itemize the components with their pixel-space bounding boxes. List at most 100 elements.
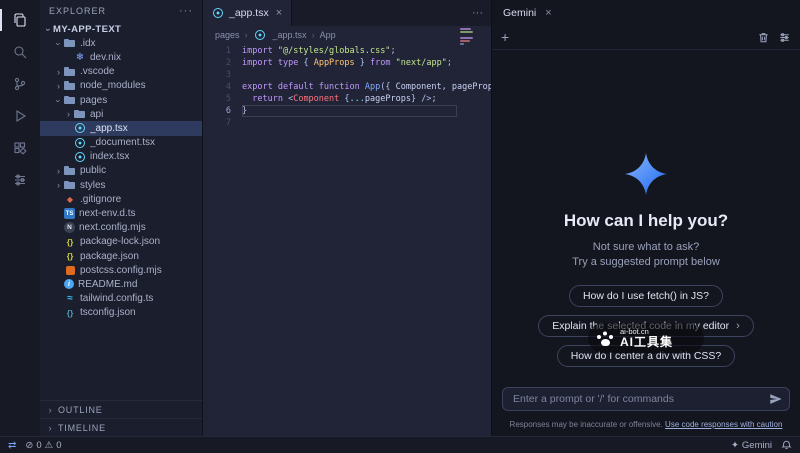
chevron-down-icon: › [54, 96, 64, 105]
react-icon [74, 151, 86, 163]
file-label: _app.tsx [90, 123, 128, 134]
caution-link[interactable]: Use code responses with caution [665, 420, 782, 429]
folder-icon [74, 108, 86, 120]
line-number: 1 [203, 45, 242, 57]
new-chat-icon[interactable]: + [501, 30, 509, 44]
line-content: return <Component {...pageProps} />; [242, 93, 437, 105]
close-tab-icon[interactable]: × [276, 7, 282, 19]
folder-icon [64, 94, 76, 106]
tree-item-tailwind.config.ts[interactable]: ›≈tailwind.config.ts [40, 292, 202, 306]
source-control-icon[interactable] [0, 68, 40, 100]
file-label: node_modules [80, 80, 146, 91]
line-number: 2 [203, 57, 242, 69]
code-area[interactable]: 1import "@/styles/globals.css";2import t… [203, 43, 491, 436]
minimap[interactable] [460, 28, 473, 45]
code-line-2[interactable]: 2import type { AppProps } from "next/app… [203, 57, 491, 69]
file-label: package-lock.json [80, 236, 160, 247]
line-number: 4 [203, 81, 242, 93]
file-label: tailwind.config.ts [80, 293, 153, 304]
file-label: next.config.mjs [79, 222, 146, 233]
settings-icon[interactable] [778, 31, 791, 44]
file-label: styles [80, 180, 106, 191]
line-number: 7 [203, 117, 242, 129]
code-line-4[interactable]: 4export default function App({ Component… [203, 81, 491, 93]
editor-group: _app.tsx × ··· pages › _app.tsx › App 1i… [203, 0, 492, 436]
code-line-1[interactable]: 1import "@/styles/globals.css"; [203, 45, 491, 57]
watermark: ai-bot.cn AI工具集 [588, 323, 704, 353]
search-icon[interactable] [0, 36, 40, 68]
remote-icon[interactable]: ⇄ [8, 440, 16, 451]
code-line-3[interactable]: 3 [203, 69, 491, 81]
nix-icon: ❄ [74, 51, 86, 63]
breadcrumb-file[interactable]: _app.tsx [253, 29, 307, 41]
tree-item-.idx[interactable]: › .idx [40, 36, 202, 50]
file-label: _document.tsx [90, 137, 155, 148]
breadcrumb-pages[interactable]: pages [215, 30, 240, 40]
problems-indicator[interactable]: ⊘0 ⚠0 [25, 440, 61, 451]
tree-item-api[interactable]: ›api [40, 107, 202, 121]
react-icon [74, 137, 86, 149]
timeline-label: TIMELINE [58, 423, 106, 433]
next-icon: N [64, 222, 75, 233]
breadcrumb-separator: › [245, 30, 248, 40]
file-label: README.md [78, 279, 137, 290]
json-icon: {} [64, 236, 76, 248]
warnings-icon: ⚠ [45, 440, 54, 451]
tree-item-.gitignore[interactable]: ›◆.gitignore [40, 192, 202, 206]
extensions-icon[interactable] [0, 132, 40, 164]
tree-item-.vscode[interactable]: ›.vscode [40, 65, 202, 79]
code-line-7[interactable]: 7 [203, 117, 491, 129]
chevron-down-icon: › [44, 26, 54, 35]
settings-sliders-icon[interactable] [0, 164, 40, 196]
explorer-icon[interactable] [0, 4, 40, 36]
tab-app-tsx[interactable]: _app.tsx × [203, 0, 292, 26]
prompt-input-wrap [502, 387, 790, 411]
close-panel-icon[interactable]: × [545, 7, 551, 19]
tree-item-node_modules[interactable]: ›node_modules [40, 79, 202, 93]
tsconfig-icon: {} [64, 307, 76, 319]
outline-section[interactable]: › OUTLINE [40, 400, 202, 418]
tab-gemini[interactable]: Gemini × [492, 0, 563, 25]
prompt-input[interactable] [502, 387, 790, 411]
project-root[interactable]: › MY-APP-TEXT [40, 22, 202, 36]
gemini-status-item[interactable]: ✦ Gemini [731, 440, 772, 451]
tree-item-README.md[interactable]: ›iREADME.md [40, 277, 202, 291]
breadcrumb-symbol[interactable]: App [320, 30, 336, 40]
readme-icon: i [64, 279, 74, 289]
tree-item-public[interactable]: ›public [40, 164, 202, 178]
react-icon [74, 122, 86, 134]
prompt-chip-1[interactable]: How do I use fetch() in JS? [569, 285, 723, 307]
breadcrumb-separator: › [312, 30, 315, 40]
watermark-title: AI工具集 [620, 336, 673, 348]
file-label: tsconfig.json [80, 307, 136, 318]
tree-item-next-env.d.ts[interactable]: ›TSnext-env.d.ts [40, 206, 202, 220]
line-number: 6 [203, 105, 242, 117]
send-icon[interactable] [769, 392, 783, 411]
gemini-heading: How can I help you? [564, 211, 728, 231]
editor-more-actions-icon[interactable]: ··· [472, 0, 483, 26]
tree-item-_app.tsx[interactable]: ›_app.tsx [40, 121, 202, 135]
trash-icon[interactable] [757, 31, 770, 44]
explorer-more-actions-icon[interactable]: ··· [179, 5, 193, 17]
tree-item-next.config.mjs[interactable]: ›Nnext.config.mjs [40, 221, 202, 235]
status-bar: ⇄ ⊘0 ⚠0 ✦ Gemini [0, 436, 800, 453]
tree-item-index.tsx[interactable]: ›index.tsx [40, 150, 202, 164]
tree-item-dev.nix[interactable]: ›❄dev.nix [40, 50, 202, 64]
tree-item-styles[interactable]: ›styles [40, 178, 202, 192]
ts-icon: TS [64, 208, 75, 219]
tree-item-postcss.config.mjs[interactable]: ›postcss.config.mjs [40, 263, 202, 277]
file-label: api [90, 109, 103, 120]
tree-item-package-lock.json[interactable]: ›{}package-lock.json [40, 235, 202, 249]
code-line-6[interactable]: 6} [203, 105, 491, 117]
chevron-down-icon: › [54, 40, 64, 49]
tree-item-_document.tsx[interactable]: ›_document.tsx [40, 136, 202, 150]
tree-item-package.json[interactable]: ›{}package.json [40, 249, 202, 263]
tree-item-tsconfig.json[interactable]: ›{}tsconfig.json [40, 306, 202, 320]
watermark-url: ai-bot.cn [620, 328, 673, 336]
notifications-bell-icon[interactable] [781, 440, 792, 451]
file-label: .idx [80, 38, 96, 49]
tree-item-pages[interactable]: ›pages [40, 93, 202, 107]
code-line-5[interactable]: 5 return <Component {...pageProps} />; [203, 93, 491, 105]
run-debug-icon[interactable] [0, 100, 40, 132]
timeline-section[interactable]: › TIMELINE [40, 418, 202, 436]
